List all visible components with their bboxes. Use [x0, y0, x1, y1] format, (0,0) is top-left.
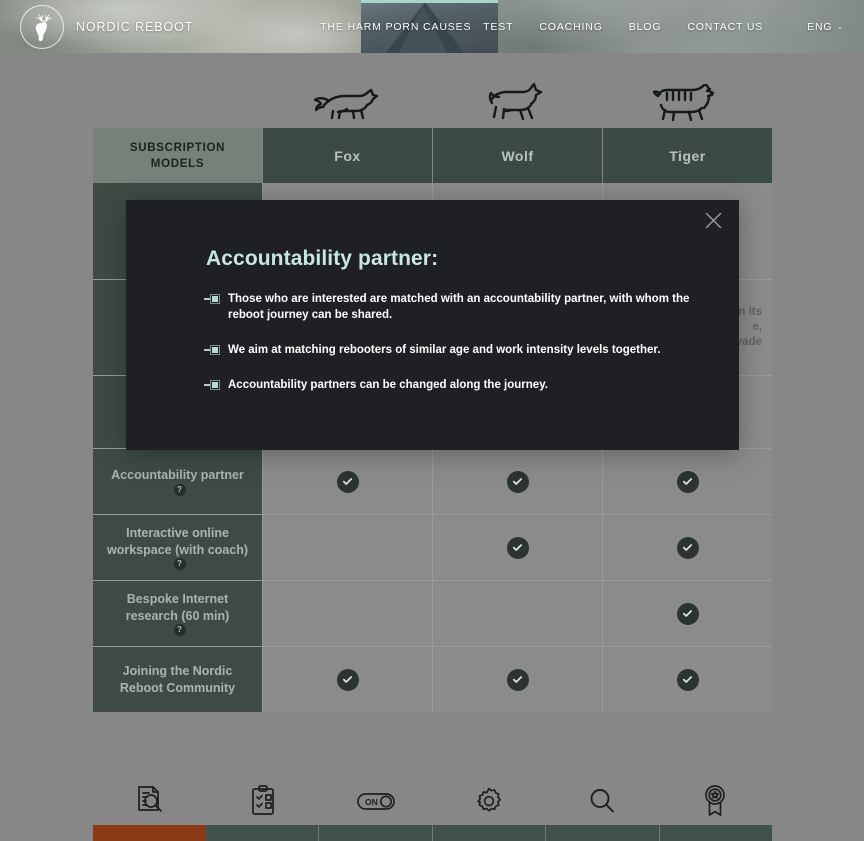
document-search-icon[interactable] — [93, 778, 206, 824]
page-root: NORDIC REBOOT THE HARM PORN CAUSES TEST … — [0, 0, 864, 841]
bullet-square-icon — [204, 294, 220, 304]
accountability-partner-modal: Accountability partner: Those who are in… — [126, 200, 739, 450]
checkmark-icon — [506, 470, 529, 493]
language-selector[interactable]: ENG ⌄ — [807, 21, 844, 33]
brand-name: NORDIC REBOOT — [76, 20, 194, 34]
gear-icon[interactable] — [433, 778, 546, 824]
info-badge-icon[interactable]: ? — [173, 483, 186, 496]
chevron-down-icon: ⌄ — [836, 22, 844, 31]
modal-bullet-item: We aim at matching rebooters of similar … — [204, 342, 704, 358]
checkmark-icon — [676, 536, 699, 559]
table-column-tiger: Tiger — [602, 128, 772, 183]
nav-item-test[interactable]: TEST — [483, 21, 513, 33]
nav-item-blog[interactable]: BLOG — [629, 21, 662, 33]
modal-bullet-text: We aim at matching rebooters of similar … — [228, 344, 661, 356]
magnifier-icon[interactable] — [546, 778, 659, 824]
table-row-label-text: Joining the Nordic Reboot Community — [119, 664, 236, 695]
nav-item-the-harm-porn-causes[interactable]: THE HARM PORN CAUSES — [320, 21, 470, 33]
modal-bullet-text: Those who are interested are matched wit… — [228, 293, 690, 321]
footer-icon-strip: ON — [93, 778, 772, 824]
table-row-label: Joining the Nordic Reboot Community — [93, 647, 262, 712]
language-label: ENG — [807, 20, 833, 33]
modal-bullet-item: Accountability partners can be changed a… — [204, 377, 704, 393]
checkmark-icon — [506, 668, 529, 691]
info-badge-icon[interactable]: ? — [173, 624, 186, 636]
bottom-bar-segment[interactable] — [319, 825, 433, 841]
table-row: Interactive online workspace (with coach… — [93, 514, 772, 580]
table-cell-tiger — [602, 581, 772, 646]
clipboard-checklist-icon[interactable] — [206, 778, 319, 824]
close-icon[interactable] — [699, 206, 727, 234]
nav-item-coaching[interactable]: COACHING — [539, 21, 602, 33]
table-cell-tiger — [602, 515, 772, 580]
table-cell-fox — [262, 449, 432, 514]
checkmark-icon — [336, 470, 359, 493]
table-cell-wolf — [432, 449, 602, 514]
table-column-fox: Fox — [262, 128, 432, 183]
table-row-label: Bespoke Internet research (60 min)? — [93, 581, 262, 646]
table-cell-tiger — [602, 647, 772, 712]
bottom-bar-segment[interactable] — [432, 825, 546, 841]
table-header-label: SUBSCRIPTION MODELS — [93, 128, 262, 183]
plan-animal-icons — [262, 75, 772, 127]
bottom-bar-segment[interactable] — [205, 825, 319, 841]
checkmark-icon — [676, 668, 699, 691]
table-cell-wolf — [432, 581, 602, 646]
table-row-label: Interactive online workspace (with coach… — [93, 515, 262, 580]
table-column-wolf: Wolf — [432, 128, 602, 183]
bullet-square-icon — [204, 345, 220, 355]
table-row-label-text: Interactive online workspace (with coach… — [107, 526, 249, 557]
table-cell-wolf — [432, 647, 602, 712]
fox-icon — [262, 75, 432, 127]
modal-title: Accountability partner: — [206, 247, 439, 270]
checkmark-icon — [336, 668, 359, 691]
site-header: NORDIC REBOOT THE HARM PORN CAUSES TEST … — [0, 0, 864, 53]
main-navigation: THE HARM PORN CAUSES TEST COACHING BLOG … — [320, 0, 864, 53]
modal-bullet-item: Those who are interested are matched wit… — [204, 291, 704, 323]
modal-bullet-text: Accountability partners can be changed a… — [228, 379, 548, 391]
bottom-progress-bar — [93, 825, 772, 841]
tiger-icon — [602, 75, 772, 127]
table-row-label: Accountability partner? — [93, 449, 262, 514]
table-cell-fox — [262, 515, 432, 580]
bullet-square-icon — [204, 380, 220, 390]
reindeer-head-logo-icon — [20, 5, 64, 49]
toggle-on-icon[interactable]: ON — [319, 778, 432, 824]
bottom-bar-segment[interactable] — [93, 825, 206, 841]
table-row: Joining the Nordic Reboot Community — [93, 646, 772, 712]
table-cell-wolf — [432, 515, 602, 580]
table-row-label-text: Bespoke Internet research (60 min) — [125, 592, 230, 623]
svg-text:ON: ON — [365, 797, 378, 807]
table-cell-fox — [262, 581, 432, 646]
checkmark-icon — [676, 470, 699, 493]
bottom-bar-segment[interactable] — [659, 825, 772, 841]
checkmark-icon — [676, 602, 699, 625]
table-cell-tiger — [602, 449, 772, 514]
table-row: Accountability partner? — [93, 448, 772, 514]
modal-bullet-list: Those who are interested are matched wit… — [204, 291, 704, 412]
table-header-row: SUBSCRIPTION MODELS Fox Wolf Tiger — [93, 128, 772, 183]
nav-item-contact-us[interactable]: CONTACT US — [687, 21, 763, 33]
table-row: Bespoke Internet research (60 min)? — [93, 580, 772, 646]
checkmark-icon — [506, 536, 529, 559]
table-cell-fox — [262, 647, 432, 712]
brand-logo[interactable]: NORDIC REBOOT — [20, 5, 193, 49]
info-badge-icon[interactable]: ? — [173, 558, 186, 570]
wolf-icon — [432, 75, 602, 127]
award-ribbon-icon[interactable] — [659, 778, 772, 824]
bottom-bar-segment[interactable] — [546, 825, 660, 841]
nav-secondary-group: TEST COACHING BLOG CONTACT US — [457, 21, 763, 33]
